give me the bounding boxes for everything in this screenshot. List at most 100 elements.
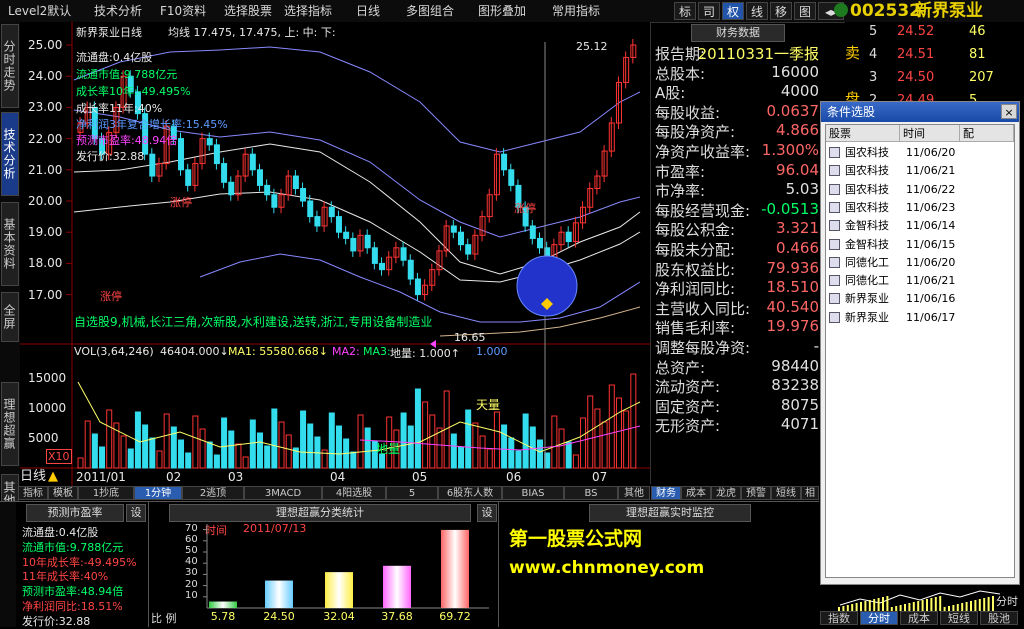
popup-row[interactable]: 金智科技 11/06/14 xyxy=(826,217,1014,235)
fin-row: A股: 4000 xyxy=(655,82,821,102)
menu-select-indicator[interactable]: 选择指标 xyxy=(284,2,332,20)
fin-row: 总资产: 98440 xyxy=(655,357,821,377)
toolbar-rights-button[interactable]: 权 xyxy=(722,2,744,20)
rail-tab-lixiang[interactable]: 理想超赢 xyxy=(1,382,19,466)
menu-select-stock[interactable]: 选择股票 xyxy=(224,2,272,20)
fin-row-value: 0.0637 xyxy=(766,101,820,120)
rail-tab-intraday[interactable]: 分时走势 xyxy=(1,24,19,108)
popup-row[interactable]: 国农科技 11/06/21 xyxy=(826,162,1014,180)
toolbar-company-button[interactable]: 司 xyxy=(698,2,720,20)
fin-row: 总股本: 16000 xyxy=(655,63,821,83)
popup-col-time[interactable]: 时间 xyxy=(900,125,960,142)
fin-row-value: 3.321 xyxy=(776,219,819,238)
price-tick: 23.00 xyxy=(28,100,63,115)
stat-bar-chart xyxy=(203,524,489,609)
stat-panel: 理想超赢分类统计 设 时间 2011/07/13 比 例 70 60 50 40 30 2… xyxy=(148,501,499,627)
fin-row: 每股未分配: 0.466 xyxy=(655,239,821,259)
rail-tab-fundamentals[interactable]: 基本资料 xyxy=(1,202,19,286)
fin-row: 固定资产: 8075 xyxy=(655,396,821,416)
popup-row[interactable]: 新界泵业 11/06/17 xyxy=(826,309,1014,327)
diliang-label: 地量 xyxy=(376,442,401,456)
popup-row-time: 11/06/15 xyxy=(906,237,956,251)
price-tick: 21.00 xyxy=(28,162,63,177)
popup-row-stock: 国农科技 xyxy=(845,146,889,159)
popup-row[interactable]: 新界泵业 11/06/16 xyxy=(826,290,1014,308)
panel-rail xyxy=(0,502,16,627)
popup-row-stock: 金智科技 xyxy=(845,237,889,251)
fin-tab: 预警 xyxy=(741,486,771,500)
quote-volume: 46 xyxy=(969,24,986,39)
price-tick: 19.00 xyxy=(28,225,63,240)
info-profit-cagr: 净利润3年复合增长率:15.45% xyxy=(76,118,228,131)
menu-f10[interactable]: F10资料 xyxy=(160,2,206,20)
left-panel-row: 发行价:32.88 xyxy=(22,614,91,628)
toolbar-move-button[interactable]: 移 xyxy=(770,2,792,20)
popup-col-match[interactable]: 配 xyxy=(960,125,1014,142)
fin-row-key: 无形资产: xyxy=(655,417,721,436)
fin-row-value: 83238 xyxy=(771,376,819,395)
vol-legend-value: 46404.000↓ xyxy=(160,345,229,358)
mini-intraday-chart xyxy=(838,590,1001,611)
kline-chart-area[interactable]: 新界泵业日线 均线 17.475, 17.475, 上: 中: 下: 25.00… xyxy=(20,22,650,502)
stat-bar xyxy=(441,529,469,608)
menu-multi-chart[interactable]: 多图组合 xyxy=(406,2,454,20)
stat-bar xyxy=(325,572,353,608)
popup-row[interactable]: 同德化工 11/06/20 xyxy=(826,254,1014,272)
fin-row-key: 总股本: xyxy=(655,64,706,83)
menu-common-indicator[interactable]: 常用指标 xyxy=(552,2,600,20)
popup-row[interactable]: 国农科技 11/06/23 xyxy=(826,199,1014,217)
fin-row-key: A股: xyxy=(655,84,686,103)
popup-close-button[interactable]: × xyxy=(1001,104,1017,119)
popup-row[interactable]: 国农科技 11/06/20 xyxy=(826,144,1014,162)
fin-row-key: 净资产收益率: xyxy=(655,143,751,161)
top-menu-bar: Level2默认 技术分析 F10资料 选择股票 选择指标 日线 多图组合 图形… xyxy=(0,0,1024,23)
menu-level2[interactable]: Level2默认 xyxy=(8,2,71,20)
fin-row-key: 每股未分配: xyxy=(655,241,736,259)
left-panel-row: 流通市值:9.788亿元 xyxy=(22,540,124,554)
vol-legend-diliang: 地量: 1.000↑ xyxy=(390,347,460,360)
stock-code: 002532 xyxy=(850,1,921,21)
fin-tab: 成本 xyxy=(681,486,711,500)
popup-row-stock: 国农科技 xyxy=(845,182,889,196)
financial-panel-title: 财务数据 xyxy=(691,24,785,42)
menu-overlay[interactable]: 图形叠加 xyxy=(478,2,526,20)
quote-price: 24.50 xyxy=(897,70,935,85)
indicator-tab: 1抄底 xyxy=(78,486,134,500)
popup-row-stock: 金智科技 xyxy=(845,219,889,233)
stat-bar-label: 5.78 xyxy=(210,610,236,623)
fin-tab: 财务 xyxy=(651,486,681,500)
stock-name: 新界泵业 xyxy=(915,1,983,21)
toolbar-line-button[interactable]: 线 xyxy=(746,2,768,20)
toolbar-chart-button[interactable]: 图 xyxy=(794,2,816,20)
left-panel-settings-button[interactable]: 设 xyxy=(126,504,146,522)
popup-row[interactable]: 同德化工 11/06/21 xyxy=(826,272,1014,290)
stat-bar-label: 24.50 xyxy=(263,610,295,623)
left-panel-title: 预测市盈率 xyxy=(26,504,124,522)
popup-col-stock[interactable]: 股票 xyxy=(826,125,900,142)
popup-list[interactable]: 股票 时间 配 国农科技 11/06/20 国农科技 11/06/21 国农科技 11/0… xyxy=(825,124,1015,578)
fin-row-value: 4071 xyxy=(780,415,819,434)
rail-tab-fullscreen[interactable]: 全屏 xyxy=(1,292,19,342)
price-tick: 20.00 xyxy=(28,194,63,208)
period-dropdown-icon[interactable]: ▲ xyxy=(48,469,58,484)
watermark-url: www.chnmoney.com xyxy=(509,558,705,578)
stock-doc-icon xyxy=(829,311,840,323)
popup-row[interactable]: 金智科技 11/06/15 xyxy=(826,236,1014,254)
condition-select-popup[interactable]: 条件选股 × 股票 时间 配 国农科技 11/06/20 国农科技 11/06/21 国… xyxy=(820,101,1020,585)
monitor-panel-title: 理想超赢实时监控 xyxy=(589,504,751,522)
period-label[interactable]: 日线 ▲ xyxy=(20,468,70,486)
rail-tab-technical[interactable]: 技术分析 xyxy=(1,112,19,196)
popup-title[interactable]: 条件选股 xyxy=(821,102,1019,122)
menu-daily[interactable]: 日线 xyxy=(356,2,380,20)
bar-y-tick: 10 xyxy=(185,589,198,601)
indicator-tab: 6股东人数 xyxy=(438,486,502,500)
popup-row-stock: 同德化工 xyxy=(845,255,889,269)
stat-bar xyxy=(383,565,411,608)
fin-row-key: 市净率: xyxy=(655,182,706,201)
fin-row-key: 销售毛利率: xyxy=(655,319,736,338)
popup-row[interactable]: 国农科技 11/06/22 xyxy=(826,181,1014,199)
menu-tech-analysis[interactable]: 技术分析 xyxy=(94,2,142,20)
fin-row-key: 净利润同比: xyxy=(655,280,736,299)
limit-up-label-3: 涨停 xyxy=(514,202,536,215)
toolbar-mark-button[interactable]: 标 xyxy=(674,2,696,20)
